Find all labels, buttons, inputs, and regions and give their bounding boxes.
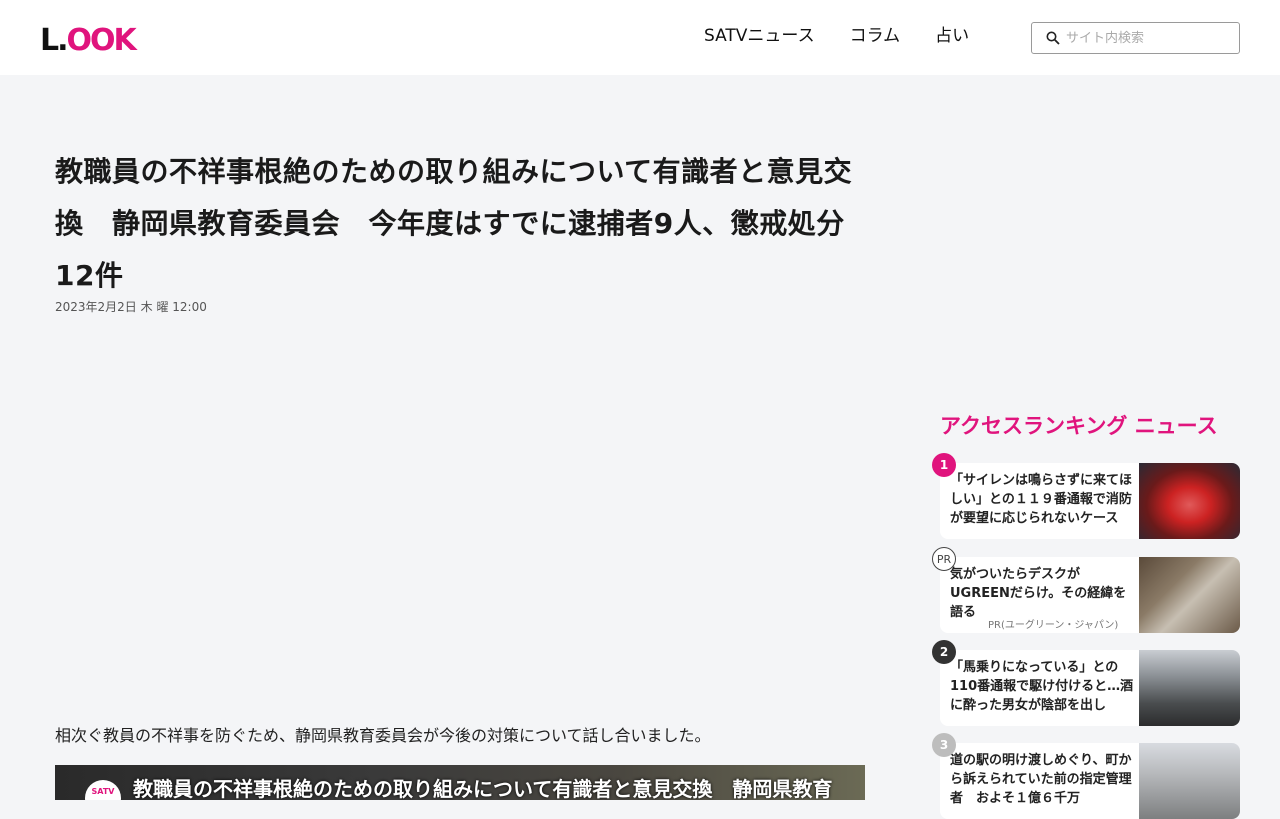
- video-caption: 教職員の不祥事根絶のための取り組みについて有識者と意見交換 静岡県教育: [133, 777, 833, 800]
- ranking-item-thumbnail: [1139, 650, 1240, 726]
- satv-logo-icon: SATV: [85, 780, 121, 800]
- ranking-item-text: 「馬乗りになっている」との110番通報で駆け付けると…酒に酔った男女が陰部を出し: [950, 660, 1134, 713]
- ranking-item-text: 道の駅の明け渡しめぐり、町から訴えられていた前の指定管理者 およそ１億６千万: [950, 753, 1132, 806]
- site-logo[interactable]: L.OOK: [40, 22, 137, 58]
- nav-item-column[interactable]: コラム: [850, 24, 901, 48]
- pr-badge: PR: [932, 547, 956, 571]
- rank-badge: 2: [932, 640, 956, 664]
- site-header: L.OOK SATVニュース コラム 占い: [0, 0, 1280, 75]
- nav-item-fortune[interactable]: 占い: [935, 24, 969, 48]
- logo-wordmark: L.OOK: [40, 23, 137, 58]
- ranking-title: アクセスランキング ニュース: [940, 414, 1218, 438]
- search-icon: [1046, 31, 1060, 45]
- article-title: 教職員の不祥事根絶のための取り組みについて有識者と意見交換 静岡県教育委員会 今…: [55, 155, 853, 292]
- ranking-item-thumbnail: [1139, 557, 1240, 633]
- ranking-item-3[interactable]: 道の駅の明け渡しめぐり、町から訴えられていた前の指定管理者 およそ１億６千万: [940, 743, 1240, 819]
- article-lead: 相次ぐ教員の不祥事を防ぐため、静岡県教育委員会が今後の対策について話し合いました…: [55, 726, 711, 745]
- nav-item-satv-news[interactable]: SATVニュース: [704, 24, 815, 48]
- article-date: 2023年2月2日 木 曜 12:00: [55, 300, 207, 314]
- pr-sponsor: PR(ユーグリーン・ジャパン): [988, 620, 1119, 631]
- video-player[interactable]: SATV 教職員の不祥事根絶のための取り組みについて有識者と意見交換 静岡県教育: [55, 765, 865, 800]
- ranking-item-thumbnail: [1139, 463, 1240, 539]
- ranking-item-2[interactable]: 「馬乗りになっている」との110番通報で駆け付けると…酒に酔った男女が陰部を出し: [940, 650, 1240, 726]
- ranking-item-thumbnail: [1139, 743, 1240, 819]
- ranking-item-1[interactable]: 「サイレンは鳴らさずに来てほしい」との１１９番通報で消防が要望に応じられないケー…: [940, 463, 1240, 539]
- ranking-item-pr[interactable]: 気がついたらデスクがUGREENだらけ。その経緯を語る PR(ユーグリーン・ジャ…: [940, 557, 1240, 633]
- site-search[interactable]: [1031, 22, 1240, 54]
- rank-badge: 3: [932, 733, 956, 757]
- ranking-item-text: 「サイレンは鳴らさずに来てほしい」との１１９番通報で消防が要望に応じられないケー…: [950, 473, 1133, 526]
- ranking-item-text: 気がついたらデスクがUGREENだらけ。その経緯を語る: [950, 567, 1127, 620]
- rank-badge: 1: [932, 453, 956, 477]
- main-nav: SATVニュース コラム 占い: [704, 24, 1004, 48]
- search-input[interactable]: [1064, 29, 1228, 47]
